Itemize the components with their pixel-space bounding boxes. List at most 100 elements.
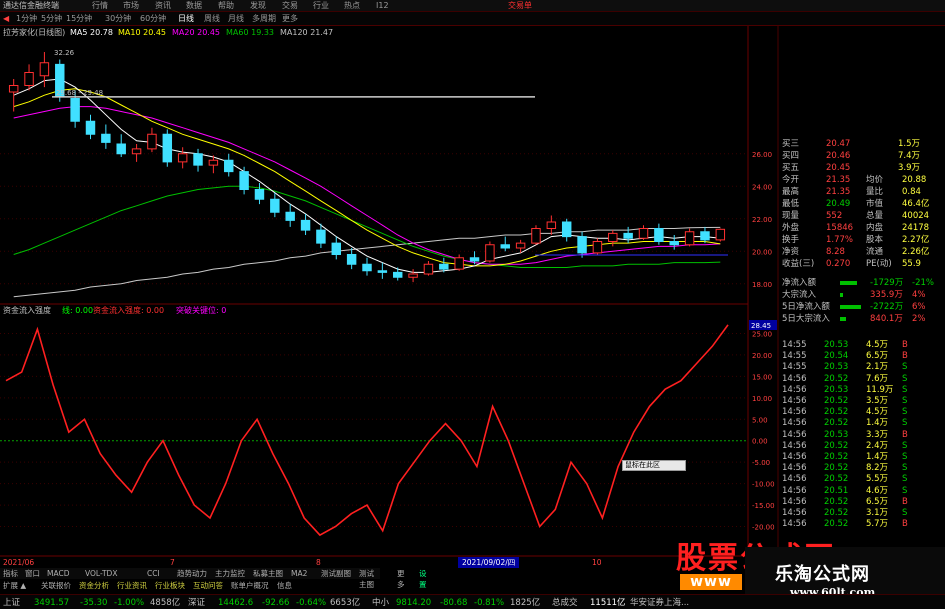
candle-up: [39, 62, 50, 77]
indicator-title: 资金流入强度: [3, 306, 51, 315]
quote-label: 收益(三): [782, 259, 815, 269]
indicator-tab[interactable]: 设置: [419, 568, 427, 590]
quote-row: 现量 552 总量 40024: [748, 211, 929, 221]
candle-up: [24, 72, 34, 86]
indicator-axis-tick: -10.00: [752, 481, 775, 489]
quote-label: 现量: [782, 211, 800, 221]
indicator-tab[interactable]: CCI: [147, 568, 160, 579]
tick-row: 14:56 20.52 5.5万 S: [778, 474, 938, 485]
candle-down: [392, 271, 403, 278]
quote-volume: 7.4万: [898, 151, 921, 161]
candle-down: [561, 221, 572, 238]
indicator-tab[interactable]: MA2: [291, 568, 307, 579]
tick-time: 14:56: [782, 407, 807, 418]
quote-label: 买四: [782, 151, 800, 161]
flow-value: 335.9万: [870, 290, 903, 300]
bottom-tab[interactable]: 账单户概况: [231, 580, 269, 591]
quote-label: 换手: [782, 235, 800, 245]
tick-price: 20.53: [824, 384, 849, 395]
tick-side: S: [902, 362, 908, 373]
quote-value-2: 55.9: [902, 259, 921, 269]
selected-date[interactable]: 2021/09/02/四: [458, 557, 520, 568]
indicator-tab[interactable]: 指标: [3, 568, 18, 579]
indicator-tab[interactable]: 趋势动力: [177, 568, 207, 579]
tick-price: 20.52: [824, 519, 849, 530]
quote-row: 外盘 15846 内盘 24178: [748, 223, 930, 233]
indicator-tab[interactable]: 主力监控: [215, 568, 245, 579]
watermark-site-name: 乐淘公式网: [775, 564, 870, 585]
indicator-axis-tick: 0.00: [752, 438, 768, 446]
quote-value: 0.270: [826, 259, 851, 269]
bottom-tab[interactable]: 行业板块: [155, 580, 185, 591]
index-sme-amount: 1825亿: [510, 598, 541, 608]
hover-tooltip: 鼠标在此区: [622, 460, 686, 471]
candle-down: [577, 236, 587, 254]
fund-flow-panel: 净流入额 -1729万 -21% 大宗流入 335.9万 4% 5日净流入额 -2722万 6%…: [778, 276, 938, 332]
candle-up: [8, 85, 19, 93]
index-sme-pct: -0.81%: [474, 598, 505, 608]
candle-up: [147, 133, 157, 150]
quote-value: 21.35: [826, 175, 851, 185]
candle-down: [469, 257, 480, 262]
tick-row: 14:56 20.52 2.4万 S: [778, 441, 938, 452]
tick-side: S: [902, 440, 908, 451]
bottom-tab[interactable]: 行业资讯: [117, 580, 147, 591]
candle-down: [285, 211, 295, 221]
indicator-tab[interactable]: 测试副图: [321, 568, 351, 579]
tick-row: 14:56 20.52 8.2万 S: [778, 463, 938, 474]
tick-price: 20.53: [824, 340, 849, 350]
bottom-tab[interactable]: 信息: [277, 580, 292, 591]
bottom-tab[interactable]: 资金分析: [79, 580, 109, 591]
tick-volume: 3.3万: [866, 429, 889, 440]
tick-price: 20.52: [824, 396, 849, 406]
tick-time: 14:56: [782, 384, 807, 395]
indicator-axis-tick: 15.00: [752, 373, 772, 381]
tick-list[interactable]: 14:55 20.53 4.5万 B 14:55 20.54 6.5万 B 14:55 20.53…: [778, 340, 938, 532]
quote-value-2: 46.4亿: [902, 199, 930, 209]
indicator-tab[interactable]: 更多: [397, 568, 405, 590]
bottom-tab[interactable]: 互动问答: [193, 580, 223, 591]
tick-row: 14:56 20.52 6.5万 B: [778, 497, 938, 508]
indicator-tab[interactable]: VOL-TDX: [85, 568, 117, 579]
quote-row: 买三 20.47 1.5万: [748, 139, 928, 149]
bottom-tab[interactable]: 关联报价: [41, 580, 71, 591]
indicator-tab[interactable]: 私募主图: [253, 568, 283, 579]
quote-label-2: 市值: [866, 199, 884, 209]
tick-side: S: [902, 373, 908, 384]
candle-up: [608, 232, 618, 242]
tick-volume: 11.9万: [866, 384, 894, 395]
tick-price: 20.52: [824, 407, 849, 418]
quote-volume: 3.9万: [898, 163, 921, 173]
candle-down: [70, 98, 80, 122]
tick-side: S: [902, 407, 908, 418]
flow-label: 净流入额: [782, 278, 817, 288]
indicator-axis-tick: -5.00: [752, 459, 770, 467]
index-sz-label[interactable]: 深证: [188, 597, 205, 609]
bottom-tab[interactable]: 扩展 ▲: [3, 580, 26, 591]
index-sh-label[interactable]: 上证: [3, 597, 20, 609]
tick-price: 20.53: [824, 429, 849, 440]
tick-time: 14:56: [782, 452, 807, 462]
tick-price: 20.52: [824, 418, 849, 429]
tick-side: B: [902, 519, 908, 530]
quote-label: 最高: [782, 187, 800, 197]
quote-row: 今开 21.35 均价 20.88: [748, 175, 928, 185]
tick-time: 14:56: [782, 396, 807, 406]
tick-row: 14:55 20.54 6.5万 B: [778, 351, 938, 362]
indicator-tab[interactable]: 窗口: [25, 568, 40, 579]
quote-label-2: 股本: [866, 235, 884, 245]
indicator-tab[interactable]: MACD: [47, 568, 69, 579]
quote-value: 20.45: [826, 163, 851, 173]
indicator-axis-tick: -15.00: [752, 502, 775, 510]
candle-down: [162, 133, 173, 163]
flow-bar: [840, 305, 861, 309]
tick-price: 20.53: [824, 362, 849, 373]
tick-side: B: [902, 351, 908, 362]
tick-time: 14:55: [782, 340, 807, 350]
candle-down: [300, 219, 311, 231]
quote-value-2: 24178: [902, 223, 930, 233]
tick-row: 14:55 20.53 2.1万 S: [778, 362, 938, 373]
index-sz-value: 14462.6: [218, 598, 254, 608]
index-sme-label[interactable]: 中小: [372, 597, 389, 609]
total-turnover-value: 11511亿: [590, 598, 626, 608]
